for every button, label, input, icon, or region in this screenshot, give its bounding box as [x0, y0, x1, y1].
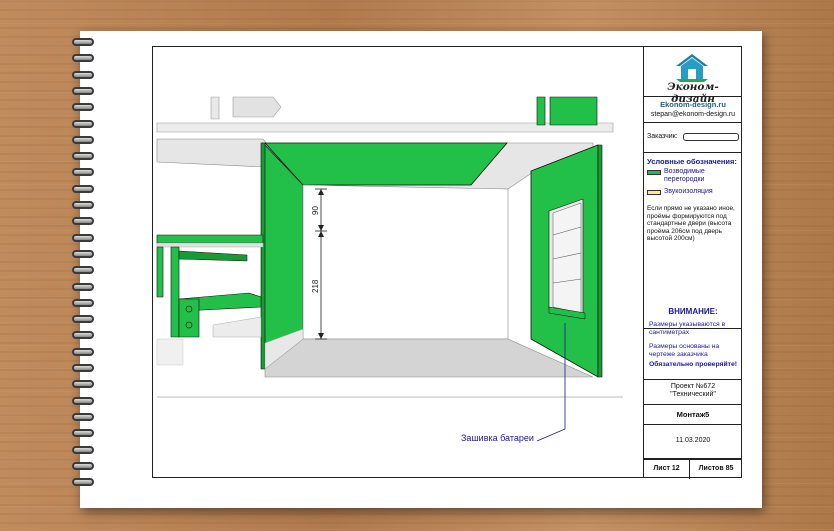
sheets-block: Лист 12 Листов 85: [644, 459, 742, 479]
binding-ring: [72, 478, 94, 487]
binding-ring: [72, 135, 94, 144]
binding-ring: [72, 70, 94, 79]
email-link[interactable]: stepan@ekonom-design.ru: [644, 111, 742, 118]
binding-ring: [72, 217, 94, 226]
binding-ring: [72, 298, 94, 307]
upper-green-post: [536, 96, 546, 126]
drawing-area: 90 218 Зашивка батареи: [153, 47, 643, 479]
binding-ring: [72, 249, 94, 258]
binding-ring: [72, 347, 94, 356]
upper-green-panel: [549, 96, 598, 126]
binding-ring: [72, 364, 94, 372]
dimension-top-label: 90: [311, 206, 320, 215]
left-box-front: [178, 298, 200, 338]
binding-ring: [72, 396, 94, 405]
site-link[interactable]: Ekonom-design.ru: [644, 100, 742, 109]
left-beam: [178, 250, 248, 262]
house-logo-icon: [676, 54, 708, 82]
attention-source: Размеры основаны на чертеже заказчика: [649, 343, 720, 358]
customer-label: Заказчик:: [647, 133, 678, 140]
right-wall-edge: [597, 144, 603, 378]
title-block: Эконом-дизайн Ekonom-design.ru stepan@ek…: [643, 47, 742, 479]
spiral-binding: [72, 38, 94, 498]
dimension-bottom-label: 218: [311, 279, 320, 293]
binding-ring: [72, 152, 94, 161]
back-wall: [302, 184, 509, 340]
binding-ring: [72, 461, 94, 470]
date: 11.03.2020: [644, 425, 742, 459]
binding-ring: [72, 103, 94, 112]
upper-grey-block: [232, 96, 282, 118]
upper-grey-post: [210, 96, 220, 120]
callout-label: Зашивка батареи: [461, 433, 534, 443]
binding-ring: [72, 184, 94, 193]
left-shelf-under: [156, 242, 264, 248]
left-post-1: [170, 246, 180, 338]
binding-ring: [72, 201, 94, 209]
attention-check: Обязательно проверяйте!: [649, 361, 738, 368]
binding-ring: [72, 429, 94, 438]
customer-field[interactable]: [683, 133, 739, 141]
sheet-name: Монтаж5: [644, 405, 742, 425]
binding-ring: [72, 445, 94, 454]
binding-ring: [72, 331, 94, 340]
customer-block: Заказчик:: [644, 123, 742, 153]
left-lower-block: [156, 338, 184, 366]
binding-ring: [72, 86, 94, 95]
logo-block: Эконом-дизайн: [644, 47, 742, 105]
left-floor-block: [212, 316, 262, 338]
attention-title: ВНИМАНИЕ:: [668, 307, 718, 316]
binding-ring: [72, 282, 94, 291]
project-number: Проект №672: [670, 383, 716, 390]
left-wall-edge: [260, 142, 266, 370]
binding-ring: [72, 412, 94, 421]
attention-block: ВНИМАНИЕ: Размеры указываются в сантимет…: [644, 153, 742, 379]
left-post-0: [156, 246, 164, 298]
ceiling-partition: [264, 142, 508, 186]
contacts-block: Ekonom-design.ru stepan@ekonom-design.ru: [644, 97, 742, 123]
drawing-frame: 90 218 Зашивка батареи Эконом-дизайн Eko…: [152, 46, 742, 479]
binding-ring: [72, 233, 94, 242]
project-block: Проект №672 "Технический": [644, 379, 742, 405]
binding-ring: [72, 266, 94, 275]
project-name: "Технический": [670, 391, 716, 398]
left-shelf-top: [156, 234, 264, 244]
sheets-total: Листов 85: [698, 465, 734, 472]
binding-ring: [72, 168, 94, 177]
attention-units: Размеры указываются в сантиметрах: [649, 321, 726, 336]
binding-ring: [72, 119, 94, 128]
binding-ring: [72, 38, 94, 46]
binding-ring: [72, 380, 94, 389]
room-3d-drawing: 90 218: [156, 96, 623, 442]
sheet-number: Лист 12: [644, 460, 690, 479]
binding-ring: [72, 54, 94, 63]
binding-ring: [72, 315, 94, 324]
